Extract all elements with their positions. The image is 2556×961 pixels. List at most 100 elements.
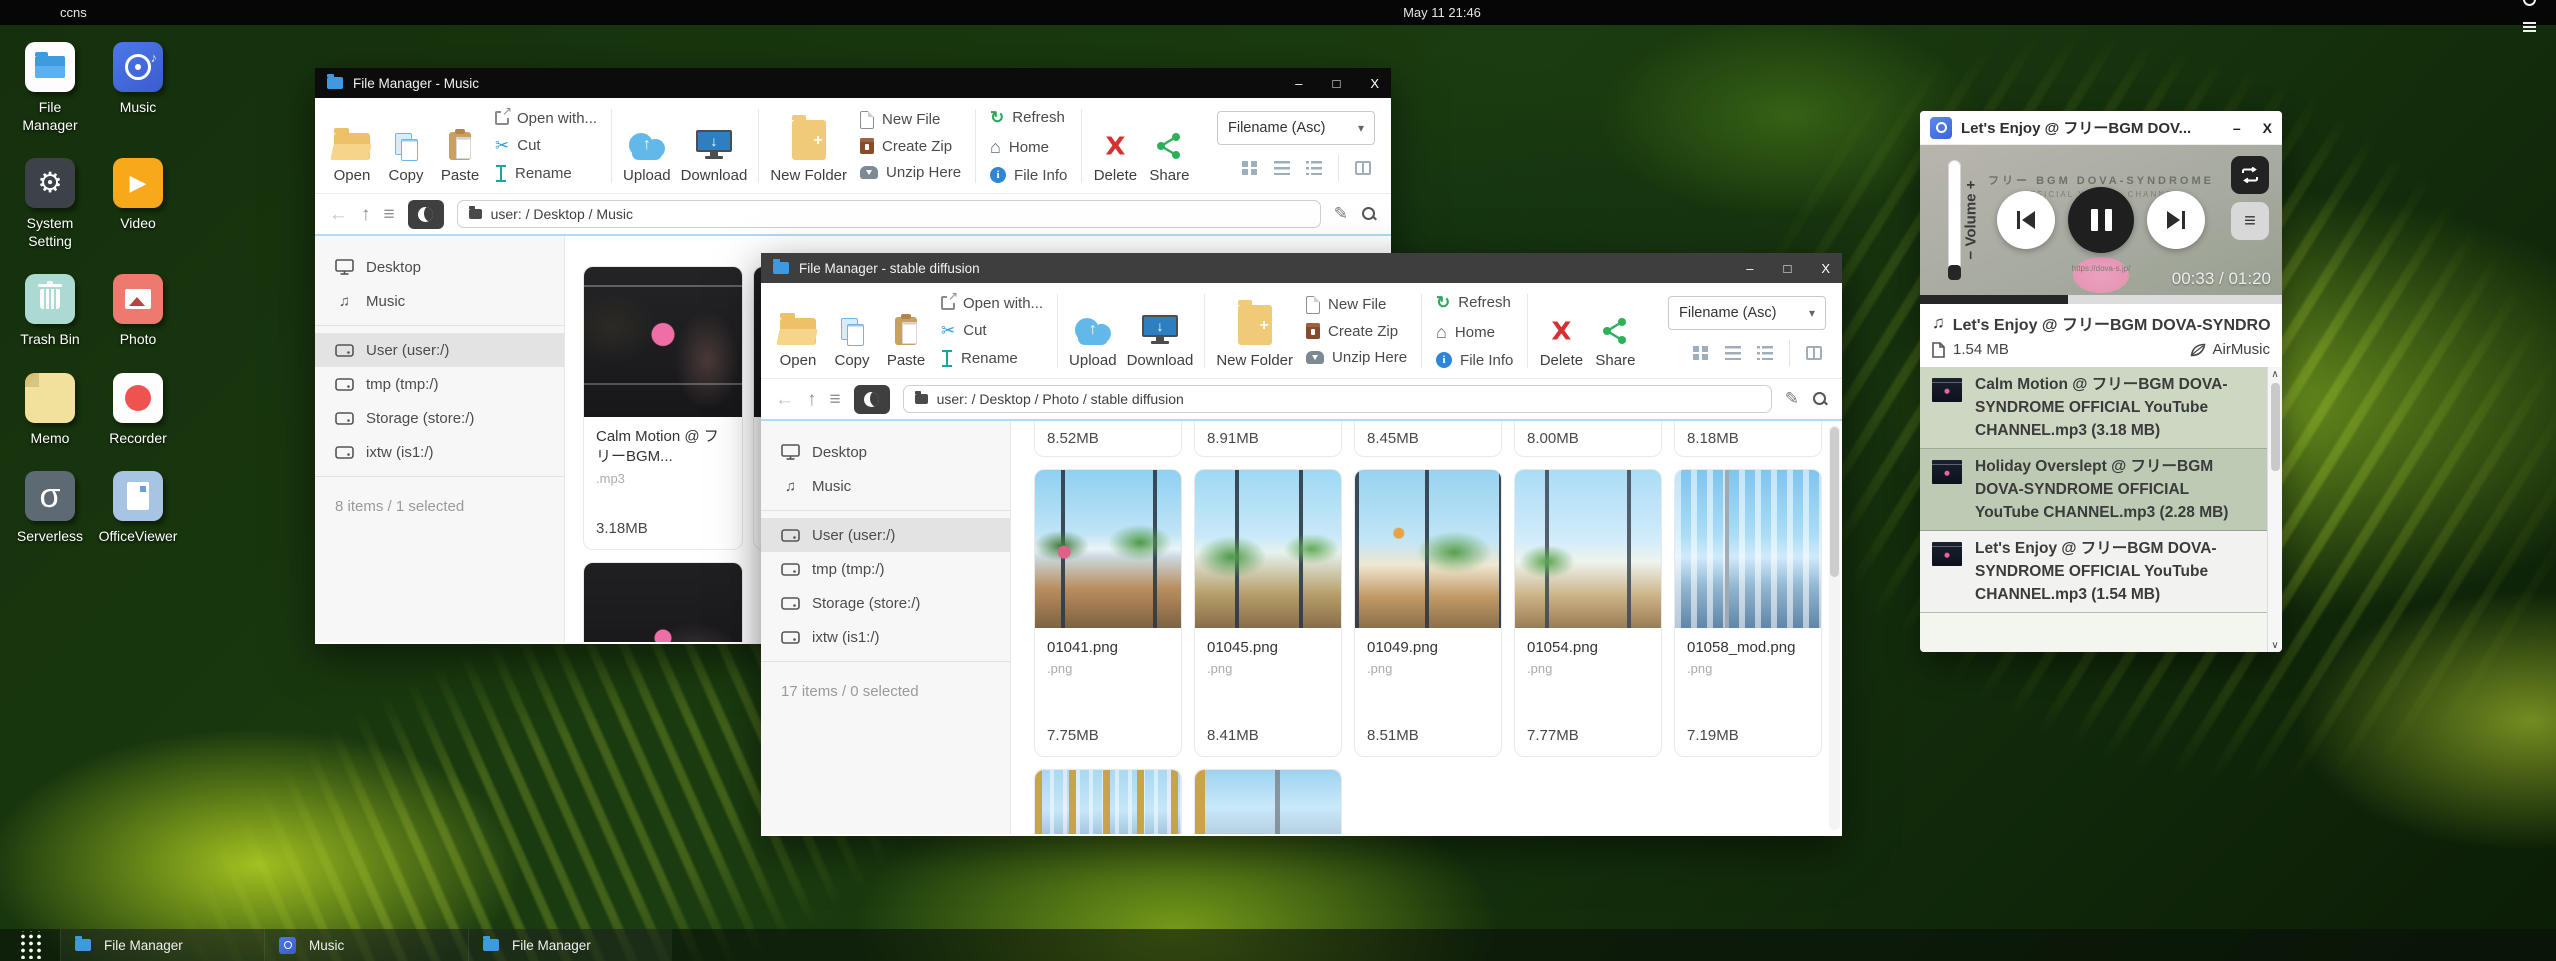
file-card-partial[interactable]: 8.91MB [1194, 421, 1342, 457]
sidebar-item-tmp-drive[interactable]: tmp (tmp:/) [761, 552, 1010, 586]
share-button[interactable]: Share [1588, 292, 1642, 370]
playlist-scrollbar[interactable]: ∧ ∨ [2267, 367, 2282, 652]
rename-button[interactable]: Rename [941, 350, 1043, 367]
player-titlebar[interactable]: Let's Enjoy @ フリーBGM DOV... – X [1920, 111, 2282, 145]
desktop-icon-system-setting[interactable]: ⚙ System Setting [14, 158, 86, 250]
playlist-item[interactable]: Calm Motion @ フリーBGM DOVA-SYNDROME OFFIC… [1920, 367, 2282, 449]
sidebar-item-ixtw-drive[interactable]: ixtw (is1:/) [315, 435, 564, 469]
titlebar[interactable]: File Manager - Music – □ X [315, 68, 1391, 98]
cut-button[interactable]: ✂Cut [941, 321, 1043, 341]
upload-button[interactable]: ↑Upload [1064, 292, 1122, 370]
previous-track-button[interactable] [1997, 191, 2055, 249]
sidebar-item-desktop[interactable]: Desktop [315, 250, 564, 284]
sidebar-item-storage-drive[interactable]: Storage (store:/) [315, 401, 564, 435]
column-view-button[interactable] [1355, 161, 1371, 175]
sidebar-item-desktop[interactable]: Desktop [761, 435, 1010, 469]
file-info-button[interactable]: iFile Info [1436, 352, 1513, 369]
sort-dropdown[interactable]: Filename (Asc)▾ [1217, 111, 1375, 145]
next-track-button[interactable] [2147, 191, 2205, 249]
desktop-icon-music[interactable]: ♪ Music [102, 42, 174, 134]
menu-button[interactable]: ≡ [384, 205, 395, 224]
file-card-partial[interactable] [1194, 769, 1342, 834]
power-icon[interactable] [2523, 0, 2536, 6]
grid-view-button[interactable] [1242, 161, 1258, 175]
playlist-item[interactable]: Holiday Overslept @ フリーBGM DOVA-SYNDROME… [1920, 449, 2282, 531]
desktop-icon-file-manager[interactable]: File Manager [14, 42, 86, 134]
scrollbar[interactable] [1829, 425, 1840, 830]
list-view-button[interactable] [1725, 346, 1741, 360]
edit-path-icon[interactable]: ✎ [1785, 389, 1799, 409]
file-info-button[interactable]: iFile Info [990, 167, 1067, 184]
minimize-button[interactable]: – [2233, 120, 2241, 136]
sidebar-item-user-drive[interactable]: User (user:/) [761, 518, 1010, 552]
up-button[interactable]: ↑ [361, 205, 371, 224]
edit-path-icon[interactable]: ✎ [1334, 204, 1348, 224]
taskbar-item-file-manager-2[interactable]: File Manager [468, 929, 672, 961]
open-button[interactable]: Open [325, 107, 379, 185]
open-button[interactable]: Open [771, 292, 825, 370]
column-view-button[interactable] [1806, 346, 1822, 360]
new-folder-button[interactable]: New Folder [765, 107, 852, 185]
close-button[interactable]: X [1821, 261, 1830, 276]
copy-button[interactable]: Copy [825, 292, 879, 370]
sidebar-item-storage-drive[interactable]: Storage (store:/) [761, 586, 1010, 620]
minimize-button[interactable]: – [1746, 261, 1753, 276]
file-card-partial[interactable] [583, 562, 743, 642]
sort-dropdown[interactable]: Filename (Asc)▾ [1668, 296, 1826, 330]
download-button[interactable]: ↓Download [1122, 292, 1199, 370]
create-zip-button[interactable]: Create Zip [1306, 323, 1407, 340]
rename-button[interactable]: Rename [495, 165, 597, 182]
file-card-01041[interactable]: 01041.png .png 7.75MB [1034, 469, 1182, 757]
pause-button[interactable] [2068, 187, 2134, 253]
paste-button[interactable]: Paste [433, 107, 487, 185]
file-card-calm-motion[interactable]: Calm Motion @ フリーBGM... .mp3 3.18MB [583, 266, 743, 550]
search-icon[interactable] [1361, 206, 1377, 222]
desktop-icon-video[interactable]: ▶ Video [102, 158, 174, 250]
refresh-button[interactable]: ↻Refresh [990, 108, 1067, 128]
sidebar-item-music[interactable]: ♫Music [315, 284, 564, 318]
back-button[interactable]: ← [329, 205, 348, 224]
scrollbar-thumb[interactable] [1830, 427, 1839, 577]
titlebar[interactable]: File Manager - stable diffusion – □ X [761, 253, 1842, 283]
copy-button[interactable]: Copy [379, 107, 433, 185]
desktop-icon-recorder[interactable]: Recorder [102, 373, 174, 448]
close-button[interactable]: X [1370, 76, 1379, 91]
up-button[interactable]: ↑ [807, 390, 817, 409]
repeat-button[interactable] [2231, 156, 2269, 194]
home-button[interactable]: ⌂Home [990, 137, 1067, 158]
taskbar-item-music[interactable]: Music [264, 929, 468, 961]
app-launcher-button[interactable] [18, 931, 44, 959]
path-input[interactable]: user: / Desktop / Music [457, 200, 1321, 228]
path-input[interactable]: user: / Desktop / Photo / stable diffusi… [903, 385, 1772, 413]
dark-mode-button[interactable] [854, 385, 890, 414]
file-card-partial[interactable]: 8.52MB [1034, 421, 1182, 457]
file-card-01045[interactable]: 01045.png .png 8.41MB [1194, 469, 1342, 757]
unzip-here-button[interactable]: Unzip Here [1306, 349, 1407, 366]
home-button[interactable]: ⌂Home [1436, 322, 1513, 343]
file-card-partial[interactable]: 8.00MB [1514, 421, 1662, 457]
scrollbar-thumb[interactable] [2271, 383, 2280, 471]
desktop-icon-officeviewer[interactable]: OfficeViewer [102, 471, 174, 546]
menu-icon[interactable] [2523, 22, 2536, 32]
maximize-button[interactable]: □ [1332, 76, 1340, 91]
playlist-toggle-button[interactable]: ≡ [2231, 202, 2269, 240]
volume-slider[interactable] [1948, 160, 1961, 280]
maximize-button[interactable]: □ [1783, 261, 1791, 276]
file-card-partial[interactable] [1034, 769, 1182, 834]
desktop-icon-photo[interactable]: Photo [102, 274, 174, 349]
volume-slider-thumb[interactable] [1948, 265, 1961, 280]
progress-bar[interactable] [1920, 295, 2282, 304]
refresh-button[interactable]: ↻Refresh [1436, 293, 1513, 313]
close-button[interactable]: X [2263, 120, 2272, 136]
detail-view-button[interactable] [1306, 161, 1322, 175]
desktop-icon-serverless[interactable]: σ Serverless [14, 471, 86, 546]
new-file-button[interactable]: New File [860, 111, 961, 129]
sidebar-item-music[interactable]: ♫Music [761, 469, 1010, 503]
open-with-button[interactable]: Open with... [941, 295, 1043, 312]
scroll-down-icon[interactable]: ∨ [2271, 640, 2278, 651]
sidebar-item-user-drive[interactable]: User (user:/) [315, 333, 564, 367]
dark-mode-button[interactable] [408, 200, 444, 229]
open-with-button[interactable]: Open with... [495, 110, 597, 127]
file-card-01049[interactable]: 01049.png .png 8.51MB [1354, 469, 1502, 757]
desktop-icon-memo[interactable]: Memo [14, 373, 86, 448]
